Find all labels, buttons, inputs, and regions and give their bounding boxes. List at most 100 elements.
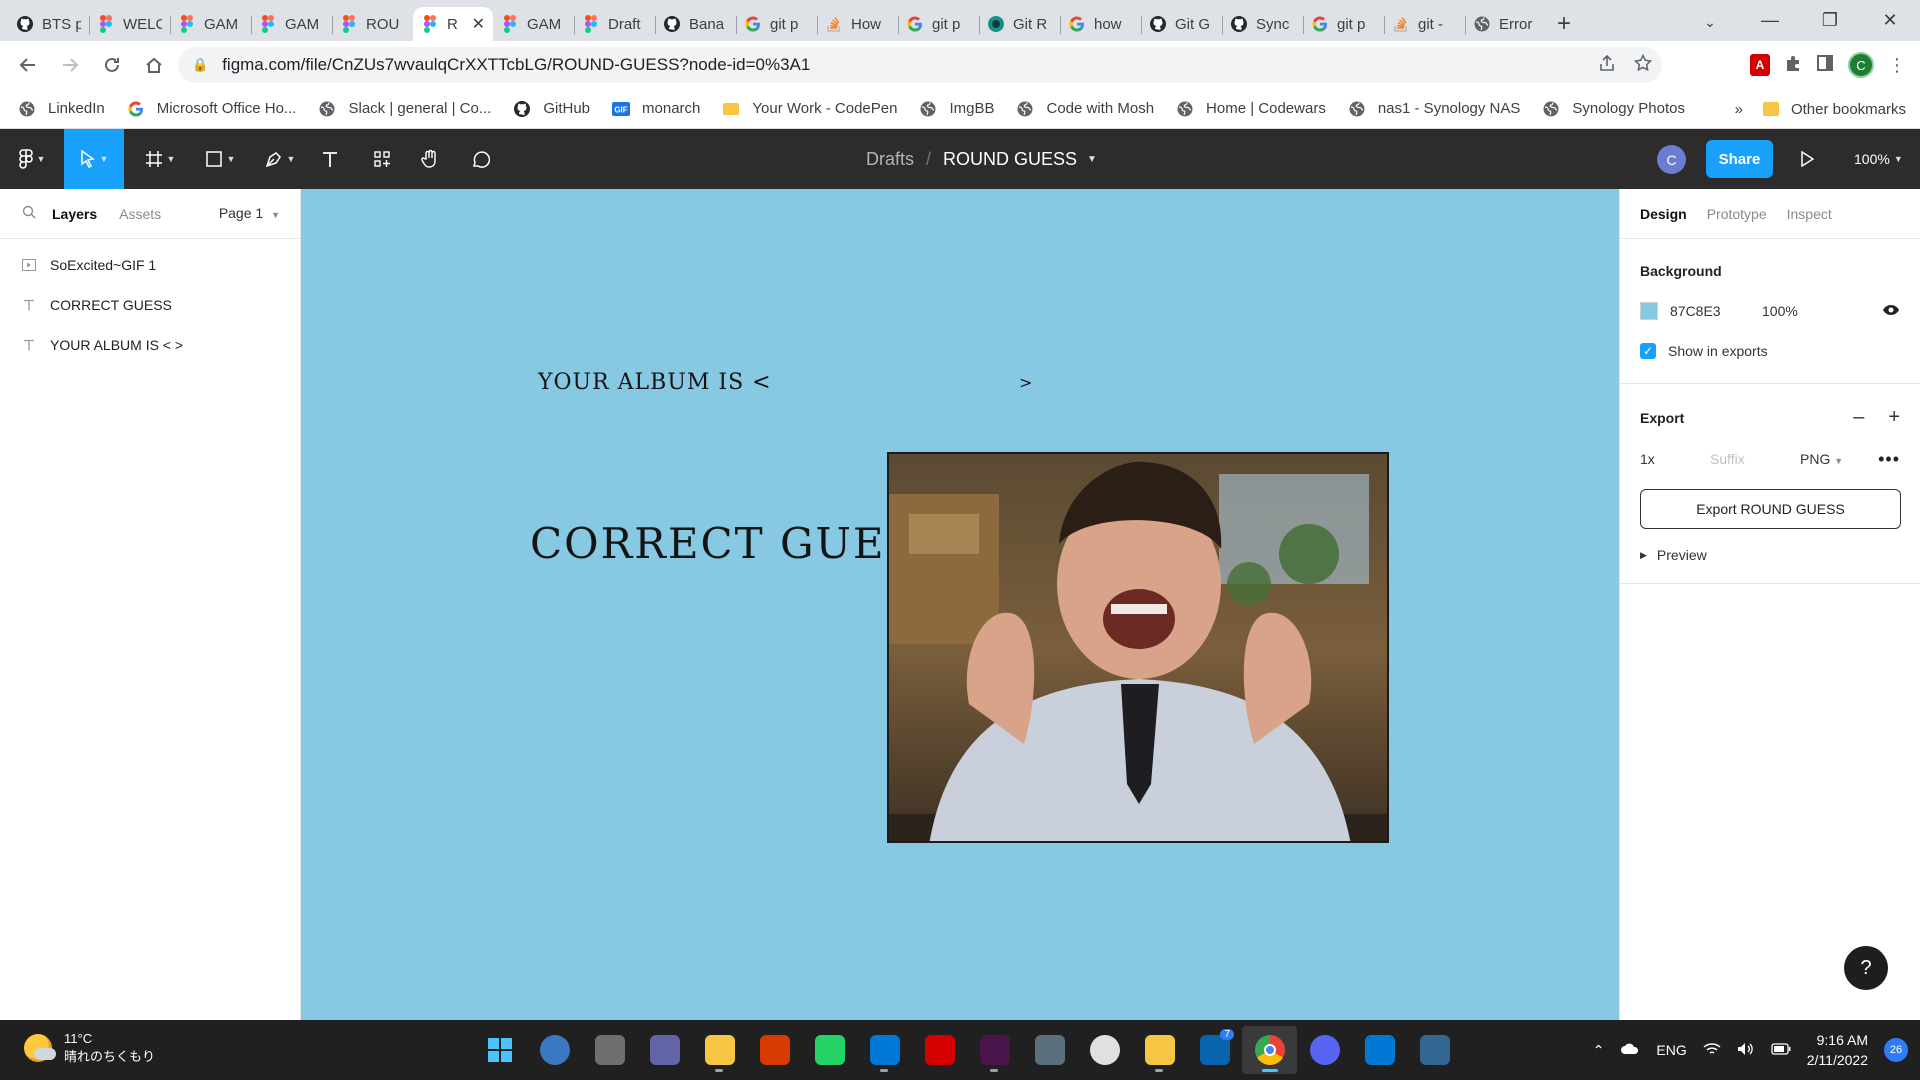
browser-tab[interactable]: git p xyxy=(736,7,817,41)
language-indicator[interactable]: ENG xyxy=(1656,1042,1686,1058)
bookmark-item[interactable]: Your Work - CodePen xyxy=(722,100,897,118)
battery-icon[interactable] xyxy=(1771,1042,1791,1058)
taskbar-app[interactable] xyxy=(527,1026,582,1074)
layer-row[interactable]: SoExcited~GIF 1 xyxy=(0,245,300,285)
bookmark-item[interactable]: LinkedIn xyxy=(18,100,105,118)
address-bar[interactable]: 🔒 figma.com/file/CnZUs7wvaulqCrXXTTcbLG/… xyxy=(178,47,1662,83)
show-in-exports-checkbox[interactable]: ✓ xyxy=(1640,343,1656,359)
project-link[interactable]: Drafts xyxy=(866,149,914,170)
browser-tab[interactable]: Bana xyxy=(655,7,736,41)
bookmark-item[interactable]: GitHub xyxy=(513,100,590,118)
tab-layers[interactable]: Layers xyxy=(52,206,97,222)
browser-tab[interactable]: GAM xyxy=(493,7,574,41)
weather-widget[interactable]: 11°C 晴れのちくもり xyxy=(24,1030,155,1066)
taskbar-app[interactable] xyxy=(472,1026,527,1074)
export-suffix-input[interactable]: Suffix xyxy=(1710,451,1800,467)
background-opacity[interactable]: 100% xyxy=(1762,303,1798,319)
add-export-icon[interactable]: + xyxy=(1888,406,1900,429)
browser-tab[interactable]: git - xyxy=(1384,7,1465,41)
share-button[interactable]: Share xyxy=(1706,140,1773,178)
so-excited-gif[interactable] xyxy=(887,452,1389,843)
other-bookmarks[interactable]: Other bookmarks xyxy=(1762,101,1906,118)
more-options-icon[interactable]: ••• xyxy=(1878,449,1900,470)
comment-tool[interactable] xyxy=(460,129,500,189)
color-swatch[interactable] xyxy=(1640,302,1658,320)
chevron-down-icon[interactable]: ▼ xyxy=(1087,154,1097,165)
user-avatar[interactable]: C xyxy=(1657,145,1686,174)
bookmark-star-icon[interactable] xyxy=(1633,53,1653,77)
extensions-puzzle-icon[interactable] xyxy=(1784,54,1802,77)
export-button[interactable]: Export ROUND GUESS xyxy=(1640,489,1901,529)
forward-button[interactable] xyxy=(50,45,90,85)
move-tool[interactable]: ▼ xyxy=(64,129,124,189)
bookmark-item[interactable]: Synology Photos xyxy=(1542,100,1685,118)
clock[interactable]: 9:16 AM 2/11/2022 xyxy=(1807,1030,1868,1070)
browser-tab[interactable]: git p xyxy=(898,7,979,41)
album-close-bracket[interactable]: > xyxy=(1019,373,1032,392)
reload-button[interactable] xyxy=(92,45,132,85)
share-page-icon[interactable] xyxy=(1598,54,1616,77)
layer-row[interactable]: CORRECT GUESS xyxy=(0,285,300,325)
taskbar-app[interactable] xyxy=(1297,1026,1352,1074)
volume-icon[interactable] xyxy=(1737,1042,1755,1059)
page-selector[interactable]: Page 1 ▼ xyxy=(219,205,280,221)
resources-tool[interactable] xyxy=(362,129,402,189)
frame-tool[interactable]: ▼ xyxy=(136,129,184,189)
taskbar-app[interactable] xyxy=(582,1026,637,1074)
maximize-button[interactable]: ❐ xyxy=(1800,0,1860,41)
chevron-up-icon[interactable]: ⌃ xyxy=(1593,1042,1605,1059)
bookmark-item[interactable]: ImgBB xyxy=(919,100,994,118)
new-tab-button[interactable]: + xyxy=(1546,7,1582,41)
notification-badge[interactable]: 26 xyxy=(1884,1038,1908,1062)
zoom-dropdown[interactable]: 100% ▼ xyxy=(1854,129,1903,189)
bookmarks-overflow-button[interactable]: » xyxy=(1735,101,1743,118)
taskbar-app[interactable] xyxy=(1407,1026,1462,1074)
browser-tab[interactable]: How xyxy=(817,7,898,41)
layer-row[interactable]: YOUR ALBUM IS < > xyxy=(0,325,300,365)
browser-tab[interactable]: Sync xyxy=(1222,7,1303,41)
search-icon[interactable] xyxy=(22,205,36,222)
figma-main-menu[interactable]: ▼ xyxy=(0,129,64,189)
taskbar-app[interactable] xyxy=(912,1026,967,1074)
taskbar-app[interactable] xyxy=(1077,1026,1132,1074)
browser-tab[interactable]: GAM xyxy=(170,7,251,41)
text-tool[interactable] xyxy=(310,129,350,189)
close-window-button[interactable]: ✕ xyxy=(1860,0,1920,41)
browser-tab[interactable]: GAM xyxy=(251,7,332,41)
tab-assets[interactable]: Assets xyxy=(119,206,161,222)
browser-tab[interactable]: how xyxy=(1060,7,1141,41)
close-tab-icon[interactable]: ✕ xyxy=(472,14,485,34)
taskbar-app[interactable] xyxy=(967,1026,1022,1074)
browser-tab[interactable]: Git G xyxy=(1141,7,1222,41)
correct-guess-text[interactable]: CORRECT GUESS xyxy=(530,519,946,568)
browser-tab[interactable]: ROU xyxy=(332,7,413,41)
design-canvas[interactable]: YOUR ALBUM IS < > CORRECT GUESS xyxy=(301,189,1619,1020)
export-format-select[interactable]: PNG ▼ xyxy=(1800,451,1860,467)
cloud-icon[interactable] xyxy=(1620,1042,1640,1058)
taskbar-app[interactable] xyxy=(1242,1026,1297,1074)
album-text[interactable]: YOUR ALBUM IS < xyxy=(538,370,772,395)
browser-tab[interactable]: Draft xyxy=(574,7,655,41)
tab-prototype[interactable]: Prototype xyxy=(1707,206,1767,222)
side-panel-icon[interactable] xyxy=(1816,54,1834,77)
bookmark-item[interactable]: nas1 - Synology NAS xyxy=(1348,100,1520,118)
remove-export-icon[interactable]: – xyxy=(1853,406,1864,429)
browser-tab[interactable]: git p xyxy=(1303,7,1384,41)
taskbar-app[interactable] xyxy=(857,1026,912,1074)
acrobat-extension-icon[interactable]: A xyxy=(1750,54,1770,76)
home-button[interactable] xyxy=(134,45,174,85)
taskbar-app[interactable] xyxy=(802,1026,857,1074)
taskbar-app[interactable] xyxy=(1132,1026,1187,1074)
browser-tab[interactable]: WELC xyxy=(89,7,170,41)
taskbar-app[interactable] xyxy=(1352,1026,1407,1074)
file-name[interactable]: ROUND GUESS xyxy=(943,149,1077,170)
tab-active[interactable]: R ✕ xyxy=(413,7,493,41)
bookmark-item[interactable]: Home | Codewars xyxy=(1176,100,1326,118)
bookmark-item[interactable]: Microsoft Office Ho... xyxy=(127,100,296,118)
bookmark-item[interactable]: Code with Mosh xyxy=(1016,100,1154,118)
background-hex[interactable]: 87C8E3 xyxy=(1670,303,1762,319)
taskbar-app[interactable]: 7 xyxy=(1187,1026,1242,1074)
preview-toggle[interactable]: ▶ Preview xyxy=(1640,547,1900,563)
tab-inspect[interactable]: Inspect xyxy=(1787,206,1832,222)
export-scale[interactable]: 1x xyxy=(1640,451,1710,467)
